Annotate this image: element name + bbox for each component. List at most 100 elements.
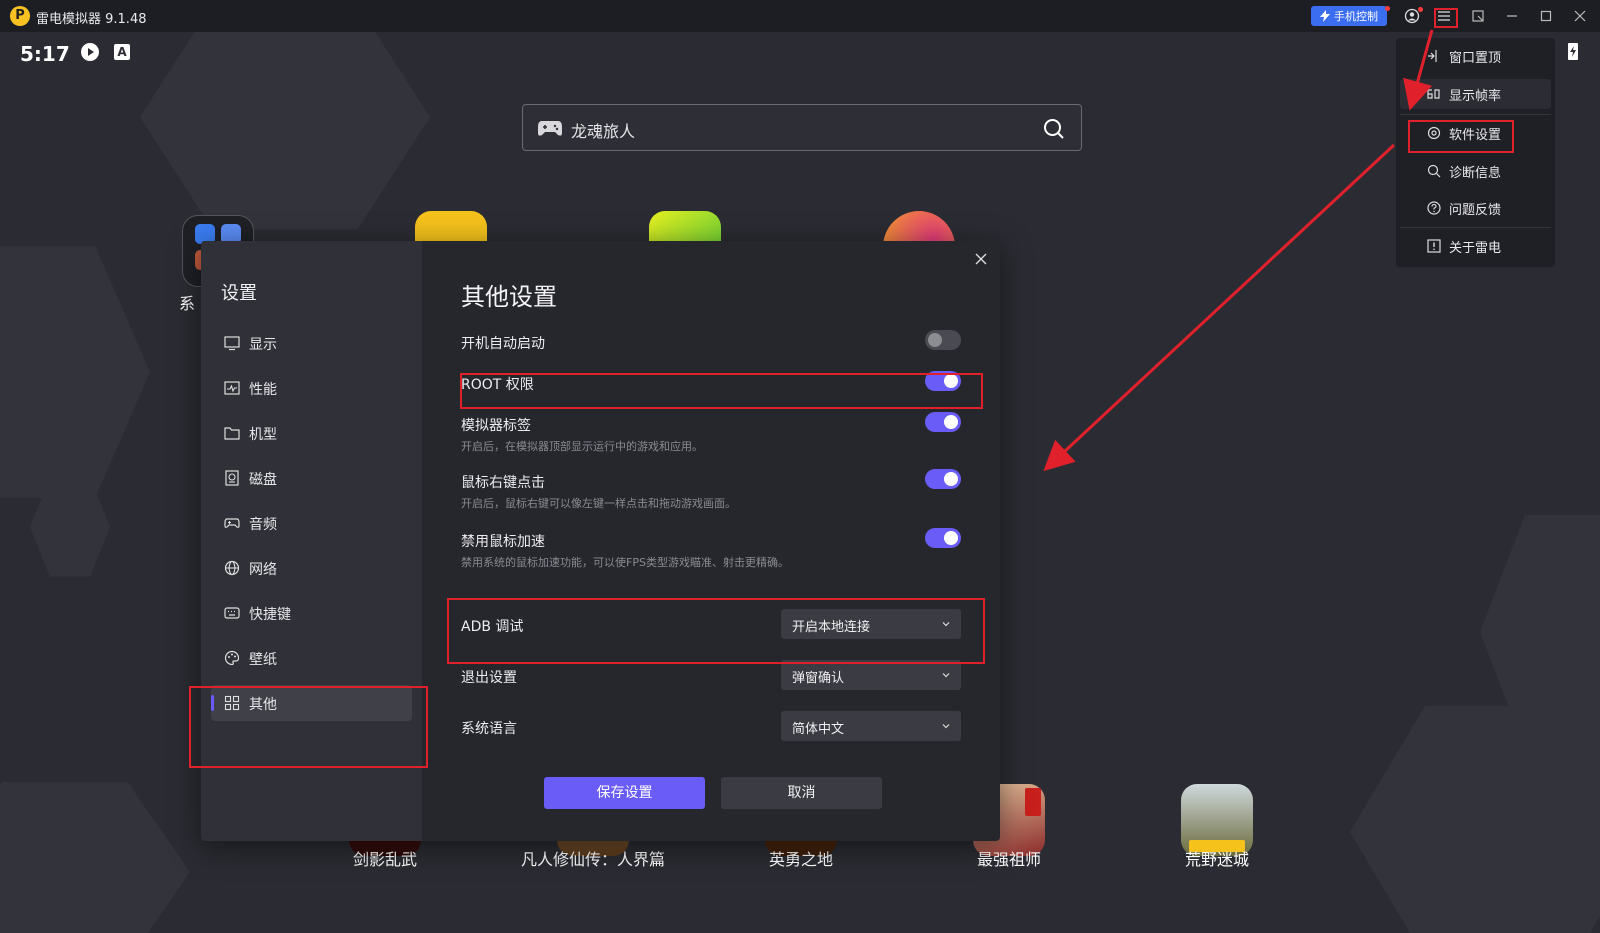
menu-item-feedback[interactable]: 问题反馈 (1400, 193, 1551, 223)
keyboard-icon (224, 607, 240, 619)
grid-icon (224, 695, 240, 711)
nav-item-label: 快捷键 (249, 607, 291, 623)
menu-item-label: 问题反馈 (1449, 202, 1502, 218)
nav-item-other[interactable]: 其他 (211, 685, 412, 721)
phone-control-button[interactable]: 手机控制 (1311, 6, 1387, 26)
app-label-system: 系 (178, 294, 195, 313)
select-value: 开启本地连接 (792, 620, 871, 635)
select-language[interactable]: 简体中文 (781, 711, 961, 741)
select-label-adb: ADB 调试 (461, 619, 524, 635)
maximize-icon[interactable] (1537, 7, 1555, 25)
main-dropdown-menu: 窗口置顶 显示帧率 软件设置 诊断信息 问题反馈 关于雷电 (1396, 38, 1555, 267)
select-label-language: 系统语言 (461, 721, 517, 737)
close-icon[interactable] (971, 249, 991, 269)
toggle-desc-right-click: 开启后，鼠标右键可以像左键一样点击和拖动游戏画面。 (461, 497, 736, 510)
pin-icon (1428, 50, 1437, 62)
select-value: 弹窗确认 (792, 671, 845, 686)
nav-item-label: 显示 (249, 337, 277, 353)
save-button[interactable]: 保存设置 (544, 777, 705, 809)
sidebar-toggle-icon[interactable] (1469, 7, 1487, 25)
cancel-button[interactable]: 取消 (721, 777, 882, 809)
toggle-label-mouse-accel: 禁用鼠标加速 (461, 534, 545, 550)
nav-item-audio[interactable]: 音频 (211, 505, 412, 541)
toggle-right-click[interactable] (925, 469, 961, 489)
app-label-fanren: 凡人修仙传：人界篇 (520, 850, 665, 869)
monitor-icon (224, 336, 240, 351)
search-input[interactable]: 龙魂旅人 (571, 118, 635, 142)
nav-item-performance[interactable]: 性能 (211, 370, 412, 406)
user-notification-dot (1418, 7, 1423, 12)
menu-item-label: 软件设置 (1449, 127, 1502, 143)
nav-item-disk[interactable]: 磁盘 (211, 460, 412, 496)
gamepad-icon (224, 518, 240, 528)
notification-dot (1385, 6, 1390, 11)
app-logo-icon: P (10, 6, 30, 26)
toggle-root[interactable] (925, 371, 961, 391)
fps-icon (1427, 89, 1440, 99)
app-label-zuishi: 最强祖师 (976, 850, 1041, 869)
status-time: 5:17 (20, 42, 70, 66)
nav-item-label: 性能 (249, 382, 277, 398)
battery-icon (1567, 41, 1587, 61)
info-icon (1427, 239, 1441, 253)
nav-item-model[interactable]: 机型 (211, 415, 412, 451)
settings-sidebar: 设置 显示 性能 机型 磁盘 音频 网络 快捷键 壁纸 其他 (201, 241, 422, 841)
search-icon[interactable] (1043, 118, 1065, 140)
nav-item-wallpaper[interactable]: 壁纸 (211, 640, 412, 676)
select-value: 简体中文 (792, 722, 845, 737)
gear-icon (1427, 126, 1441, 140)
minimize-icon[interactable] (1503, 7, 1521, 25)
menu-item-pin-top[interactable]: 窗口置顶 (1400, 41, 1551, 71)
chevron-down-icon (942, 673, 950, 678)
bg-hexagon (1350, 706, 1600, 933)
bg-hexagon (0, 782, 190, 933)
palette-icon (224, 650, 240, 666)
title-bar: P 雷电模拟器 9.1.48 手机控制 (0, 0, 1600, 32)
app-label-huangye: 荒野迷城 (1184, 850, 1249, 869)
chevron-down-icon (942, 724, 950, 729)
close-window-icon[interactable] (1571, 7, 1589, 25)
toggle-desc-mouse-accel: 禁用系统的鼠标加速功能，可以使FPS类型游戏瞄准、射击更精确。 (461, 556, 789, 569)
nav-item-display[interactable]: 显示 (211, 325, 412, 361)
folder-icon (224, 427, 240, 440)
app-title: 雷电模拟器 9.1.48 (36, 12, 147, 27)
nav-item-shortcuts[interactable]: 快捷键 (211, 595, 412, 631)
menu-item-diagnostics[interactable]: 诊断信息 (1400, 156, 1551, 186)
menu-item-label: 关于雷电 (1449, 240, 1502, 256)
menu-item-software-settings[interactable]: 软件设置 (1400, 118, 1551, 148)
nav-item-label: 磁盘 (249, 472, 277, 488)
nav-item-label: 壁纸 (249, 652, 277, 668)
nav-item-label: 网络 (249, 562, 277, 578)
select-label-exit: 退出设置 (461, 670, 517, 686)
toggle-autostart[interactable] (925, 330, 961, 350)
settings-sidebar-title: 设置 (221, 283, 257, 304)
toggle-label-root: ROOT 权限 (461, 377, 534, 393)
disk-icon (225, 470, 239, 486)
toggle-label-autostart: 开机自动启动 (461, 336, 545, 352)
phone-control-label: 手机控制 (1334, 10, 1378, 23)
globe-icon (224, 560, 240, 576)
bg-hexagon (140, 32, 430, 230)
app-label-yingyong: 英勇之地 (768, 850, 833, 869)
select-exit[interactable]: 弹窗确认 (781, 660, 961, 690)
search-icon (1427, 164, 1441, 178)
toggle-label-emulator-tab: 模拟器标签 (461, 418, 531, 434)
settings-page-title: 其他设置 (461, 283, 557, 311)
menu-item-about[interactable]: 关于雷电 (1400, 231, 1551, 261)
menu-icon[interactable] (1435, 7, 1453, 25)
help-icon (1427, 201, 1441, 215)
pulse-icon (224, 381, 240, 395)
toggle-mouse-accel[interactable] (925, 528, 961, 548)
media-play-icon (80, 42, 100, 62)
nav-item-label: 其他 (249, 697, 277, 713)
lightning-icon (1320, 10, 1330, 22)
toggle-emulator-tab[interactable] (925, 412, 961, 432)
app-search-bar[interactable]: 龙魂旅人 (522, 104, 1082, 151)
menu-item-fps[interactable]: 显示帧率 (1400, 79, 1551, 109)
select-adb[interactable]: 开启本地连接 (781, 609, 961, 639)
nav-item-label: 音频 (249, 517, 277, 533)
app-label-jianying: 剑影乱武 (352, 850, 417, 869)
settings-dialog: 设置 显示 性能 机型 磁盘 音频 网络 快捷键 壁纸 其他 其他设置 开机自动… (201, 241, 1000, 841)
nav-item-network[interactable]: 网络 (211, 550, 412, 586)
toggle-desc-emulator-tab: 开启后，在模拟器顶部显示运行中的游戏和应用。 (461, 440, 703, 453)
